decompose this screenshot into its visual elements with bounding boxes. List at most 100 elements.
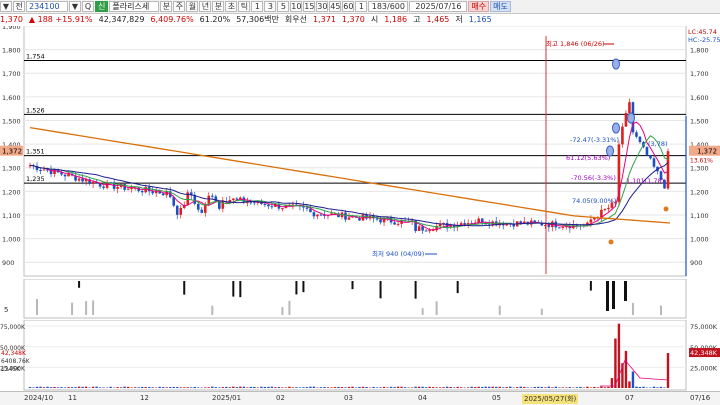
toolbar-button-6[interactable]: 폴라리스세 (109, 1, 159, 12)
volume-bar (39, 387, 41, 388)
date-tick-label: 02 (276, 394, 285, 402)
candle-body (446, 223, 449, 227)
volume-bar (309, 387, 311, 388)
volume-bar (478, 387, 480, 388)
indicator-bar (541, 309, 543, 315)
toolbar-button-15[interactable]: 3 (264, 1, 276, 12)
volume-bar (78, 387, 80, 388)
volume-bar (569, 387, 571, 388)
toolbar-button-16[interactable]: 5 (277, 1, 289, 12)
volume-bar (295, 387, 297, 388)
volume-bar (260, 387, 262, 388)
toolbar-button-3[interactable]: ▼ (69, 1, 81, 12)
toolbar-button-18[interactable]: 15 (303, 1, 315, 12)
volume-bar (246, 387, 248, 388)
indicator-bar (281, 307, 283, 315)
toolbar-button-8[interactable]: 주 (173, 1, 185, 12)
volume-bar (102, 387, 104, 388)
price-change: ▲ 188 +15.91% (29, 15, 93, 24)
volume-bar (663, 387, 665, 388)
toolbar-button-25[interactable]: 매수 (468, 1, 489, 12)
candle-body (211, 196, 214, 197)
high-price: 1,465 (426, 15, 449, 24)
date-tick-label: 07/16 (690, 394, 710, 402)
volume-bar (29, 387, 31, 388)
volume-bar (32, 387, 34, 388)
toolbar-button-23[interactable]: 183/600 (368, 1, 408, 12)
volume-bar (502, 387, 504, 388)
toolbar-button-26[interactable]: 매도 (490, 1, 511, 12)
volume-bar (516, 387, 518, 388)
toolbar-button-19[interactable]: 30 (316, 1, 328, 12)
candle-body (92, 182, 95, 184)
toolbar-button-9[interactable]: 월 (186, 1, 198, 12)
volume-bar (253, 387, 255, 388)
reference-line-label: 1,526 (26, 106, 45, 114)
volume-chart[interactable]: 75,000K50,000K25,000K75,000K50,000K25,00… (0, 320, 720, 391)
candle-body (232, 199, 235, 200)
toolbar-button-20[interactable]: 45 (329, 1, 341, 12)
volume-bar (285, 387, 287, 388)
candle-body (67, 174, 70, 177)
toolbar-button-12[interactable]: 초 (225, 1, 237, 12)
candle-body (53, 169, 56, 174)
volume-bar (393, 387, 395, 388)
current-change-right: 13.61% (690, 158, 713, 165)
volume-bar (166, 387, 168, 388)
current-price: 1,370 (0, 15, 23, 24)
volume-bar (656, 387, 658, 388)
indicator-bar (499, 306, 501, 315)
chart-toolbar: ▼전234100▼Q신폴라리스세분주월년분초틱13510153045601183… (0, 0, 720, 14)
toolbar-button-2[interactable]: 234100 (26, 1, 68, 12)
signal-marker (628, 113, 635, 123)
reference-line-label: 1,235 (26, 175, 45, 183)
price-axis-right-label: 900 (690, 259, 702, 267)
toolbar-button-13[interactable]: 틱 (238, 1, 250, 12)
candle-body (477, 219, 480, 223)
toolbar-button-17[interactable]: 10 (290, 1, 302, 12)
volume-bar (520, 387, 522, 388)
toolbar-button-1[interactable]: 전 (13, 1, 25, 12)
price-axis-left-label: 1,000 (2, 236, 21, 244)
indicator-bar (71, 303, 73, 315)
toolbar-button-0[interactable]: ▼ (0, 1, 12, 12)
candle-body (397, 224, 400, 225)
low-annotation: 최저 940 (04/09) (372, 249, 424, 258)
toolbar-button-21[interactable]: 60 (342, 1, 354, 12)
volume-bar (323, 387, 325, 388)
toolbar-button-5[interactable]: 신 (95, 1, 108, 12)
toolbar-button-14[interactable]: 1 (251, 1, 263, 12)
toolbar-button-10[interactable]: 년 (199, 1, 211, 12)
indicator-chart[interactable]: 5 (0, 279, 720, 319)
date-tick-label: 04 (418, 394, 427, 402)
price-chart[interactable]: 1,9001,8001,7001,6001,5001,4001,3001,200… (0, 26, 720, 278)
candle-body (653, 158, 656, 166)
volume-bar (579, 387, 581, 388)
volume-bar (544, 387, 546, 388)
volume-bar (488, 387, 490, 388)
indicator-bar (422, 308, 424, 315)
indicator-bar (36, 299, 38, 315)
toolbar-button-22[interactable]: 1 (355, 1, 367, 12)
volume-bar (642, 387, 644, 388)
toolbar-button-24[interactable]: 2025/07/16 (409, 1, 467, 12)
candle-body (313, 212, 316, 216)
volume-bar (611, 378, 613, 388)
volume-bar (81, 387, 83, 388)
annotation-a6: 1,101(1.78) (626, 177, 664, 185)
reference-line-label: 1,754 (26, 52, 45, 60)
volume-bar (586, 387, 588, 388)
toolbar-button-4[interactable]: Q (82, 1, 94, 12)
volume-bar (506, 387, 508, 388)
volume-bar (229, 387, 231, 388)
volume-bar (492, 387, 494, 388)
volume-bar (593, 387, 595, 388)
toolbar-button-11[interactable]: 분 (212, 1, 224, 12)
volume-bar (344, 387, 346, 388)
toolbar-button-7[interactable]: 분 (160, 1, 172, 12)
indicator-bar (92, 300, 94, 315)
ratio-value: 61.20% (200, 15, 231, 24)
candle-body (316, 215, 319, 217)
volume-bar (534, 387, 536, 388)
signal-marker (607, 146, 614, 156)
